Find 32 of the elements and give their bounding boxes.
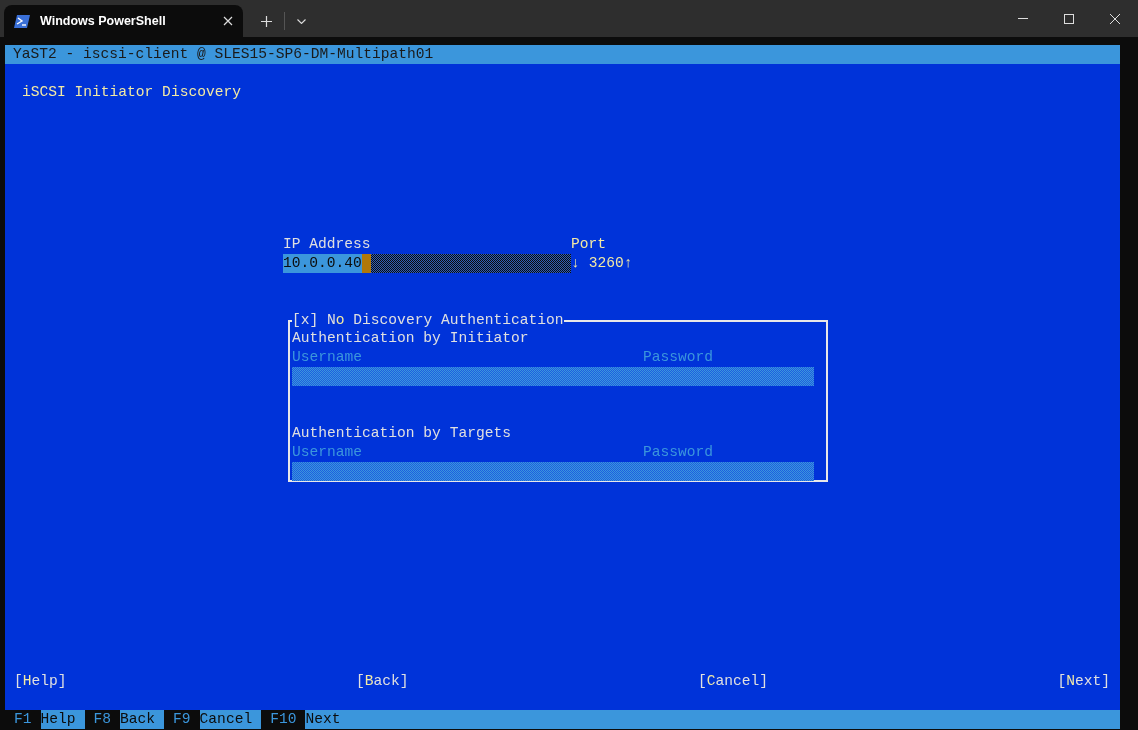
text-cursor <box>361 254 371 273</box>
column-header: Username <box>292 348 364 367</box>
powershell-icon <box>14 14 30 28</box>
dialog-heading: iSCSI Initiator Discovery <box>22 83 241 102</box>
column-header: Password <box>643 348 714 367</box>
ip-address-field[interactable]: 10.0.0.40 <box>283 254 571 273</box>
dialog-button[interactable]: [Cancel] <box>698 672 1040 691</box>
close-icon[interactable] <box>223 16 233 26</box>
terminal-tab[interactable]: Windows PowerShell <box>4 5 243 37</box>
decrement-arrow[interactable]: ↓ <box>571 254 580 273</box>
dialog-button[interactable]: [Help] <box>14 672 356 691</box>
auth-checkbox[interactable]: [x] No Discovery Authentication <box>292 311 564 330</box>
close-icon[interactable] <box>1110 13 1120 24</box>
maximize-icon[interactable] <box>1064 13 1074 24</box>
function-key: F10 <box>261 710 306 729</box>
increment-arrow[interactable]: ↑ <box>623 254 633 273</box>
window-title: YaST2 - iscsi-client @ SLES15-SP6-DM-Multipath01 <box>5 45 1120 64</box>
column-header: Password <box>643 443 714 462</box>
section-title: Authentication by Initiator <box>292 329 529 348</box>
port-field[interactable]: 3260 <box>588 254 624 273</box>
new-tab-icon[interactable] <box>261 15 272 27</box>
field-label: IP Address <box>283 235 371 254</box>
function-key: F8 <box>84 710 121 729</box>
dialog-button[interactable]: [Back] <box>356 672 698 691</box>
field-label: Port <box>571 235 607 254</box>
section-title: Authentication by Targets <box>292 424 511 443</box>
tab-title: Windows PowerShell <box>40 12 167 30</box>
dropdown-chevron-icon[interactable] <box>297 18 306 24</box>
column-header: Username <box>292 443 364 462</box>
function-key: F9 <box>164 710 200 729</box>
function-key: F1 <box>5 710 41 729</box>
dialog-button[interactable]: [Next] <box>1057 672 1110 691</box>
